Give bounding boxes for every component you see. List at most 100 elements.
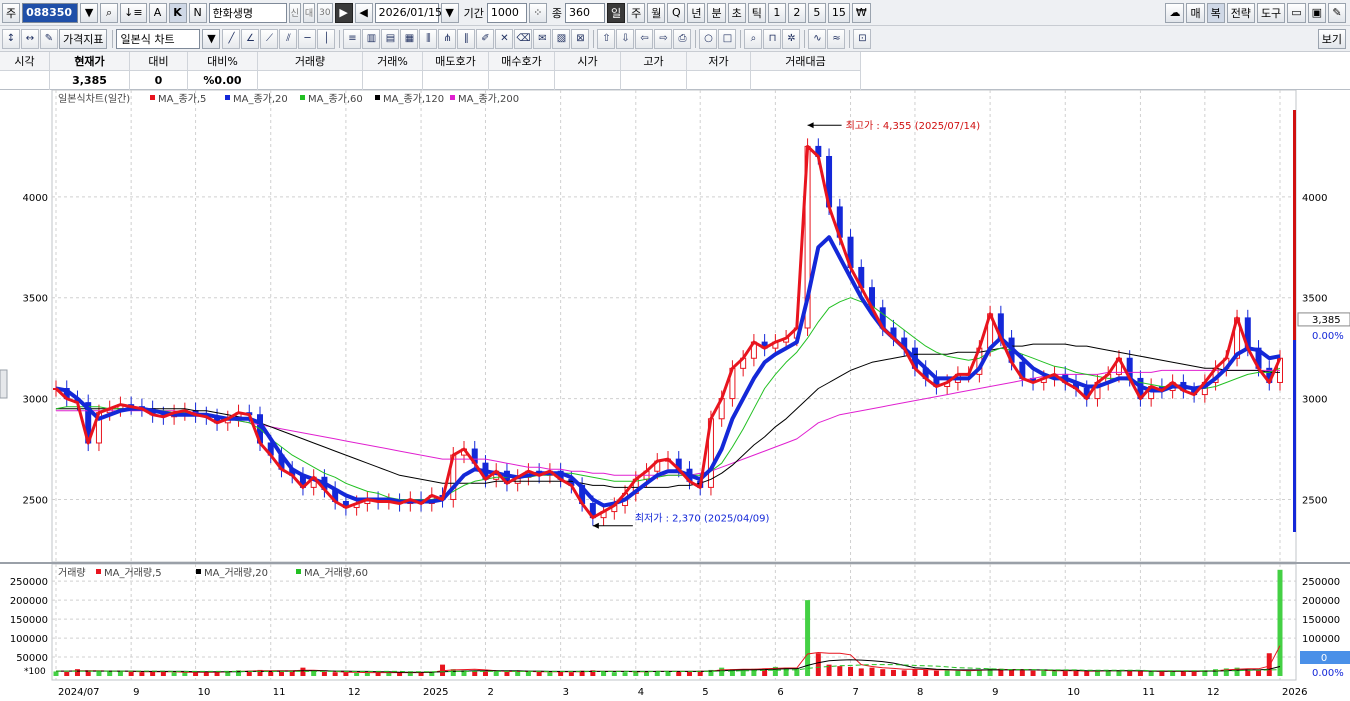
chart-type-select[interactable]: 일본식 차트 xyxy=(116,28,201,49)
trendline-icon[interactable]: ╱ xyxy=(222,28,241,49)
cloud-icon[interactable]: ☁ xyxy=(1165,2,1185,23)
up-arrow-icon[interactable]: ↕ xyxy=(2,28,20,49)
volume-bar xyxy=(1159,671,1165,676)
tools-button[interactable]: 도구 xyxy=(1256,2,1286,23)
volume-tick-right: 250000 xyxy=(1302,577,1340,588)
date-input[interactable]: 2026/01/15 xyxy=(374,2,442,23)
quote-value xyxy=(751,71,861,90)
page-icon[interactable]: ⎙ xyxy=(673,28,692,49)
play-icon[interactable]: ▶ xyxy=(334,2,353,23)
memo-icon[interactable]: ▧ xyxy=(552,28,571,49)
loan-badge: 대 xyxy=(302,2,316,23)
tf-month[interactable]: 월 xyxy=(647,2,666,23)
channel-icon[interactable]: ⫼ xyxy=(419,28,438,49)
count-input[interactable]: 360 xyxy=(564,2,605,23)
note-icon[interactable]: ✉ xyxy=(533,28,552,49)
mode-n-button[interactable]: N xyxy=(188,2,207,23)
price-indicator-button[interactable]: 가격지표 xyxy=(59,28,108,49)
stock-code-input[interactable]: 088350 xyxy=(22,2,79,23)
eraser-icon[interactable]: ⌫ xyxy=(514,28,533,49)
tf-minute[interactable]: 분 xyxy=(707,2,726,23)
right-icon[interactable]: ⇨ xyxy=(654,28,673,49)
tf-year[interactable]: 년 xyxy=(687,2,706,23)
tf-tick[interactable]: 틱 xyxy=(747,2,766,23)
up-icon[interactable]: ⇧ xyxy=(597,28,616,49)
volume-bar xyxy=(386,672,392,676)
save-icon[interactable]: ▣ xyxy=(1307,2,1326,23)
price-scale-up-bar xyxy=(1293,110,1296,340)
vertical-line-icon[interactable]: │ xyxy=(317,28,336,49)
x-axis-label: 12 xyxy=(348,687,361,698)
tf-currency[interactable]: ₩ xyxy=(851,2,871,23)
search-icon[interactable]: ⌕ xyxy=(100,2,119,23)
signal-icon[interactable]: ≈ xyxy=(827,28,846,49)
wave-icon[interactable]: ∿ xyxy=(808,28,827,49)
angle-icon[interactable]: ∠ xyxy=(241,28,260,49)
circle-icon[interactable]: ○ xyxy=(699,28,718,49)
down-icon[interactable]: ⇩ xyxy=(616,28,635,49)
mode-a-button[interactable]: A xyxy=(148,2,167,23)
volume-bar xyxy=(482,671,488,676)
cross-icon[interactable]: ✕ xyxy=(495,28,514,49)
settings-icon[interactable]: ✲ xyxy=(782,28,801,49)
folder-icon[interactable]: ▭ xyxy=(1287,2,1306,23)
left-right-icon[interactable]: ↔ xyxy=(21,28,39,49)
prev-date-icon[interactable]: ◀ xyxy=(354,2,373,23)
fibonacci-icon[interactable]: ≡ xyxy=(343,28,362,49)
stock-chart[interactable]: 2500 2500 3000 3000 3500 3500 4000 4000 2024/07 9… xyxy=(0,90,1350,701)
period-spin-icon[interactable]: ⁘ xyxy=(528,2,547,23)
quote-header: 매수호가 xyxy=(489,52,555,71)
price-tick-left: 3000 xyxy=(23,395,48,406)
stock-name-field[interactable]: 한화생명 xyxy=(208,2,287,23)
ray-icon[interactable]: ⟋ xyxy=(260,28,279,49)
wrench-icon[interactable]: ✎ xyxy=(1328,2,1346,23)
fan-icon[interactable]: ⫽ xyxy=(279,28,298,49)
view-button[interactable]: 보기 xyxy=(1317,28,1346,49)
volume-legend-entry: MA_거래량,60 xyxy=(304,567,368,579)
copy-button[interactable]: 복 xyxy=(1206,2,1225,23)
mode-k-button[interactable]: K xyxy=(168,2,187,23)
capture-icon[interactable]: ⊡ xyxy=(853,28,872,49)
tf-1[interactable]: 1 xyxy=(767,2,786,23)
left-icon[interactable]: ⇦ xyxy=(635,28,654,49)
edit-icon[interactable]: ✎ xyxy=(40,28,58,49)
bars-icon[interactable]: ▦ xyxy=(400,28,419,49)
volume-tick-left: 250000 xyxy=(10,577,48,588)
rectangle-icon[interactable]: □ xyxy=(718,28,737,49)
tf-week[interactable]: 주 xyxy=(627,2,646,23)
magnet-icon[interactable]: ⊓ xyxy=(763,28,782,49)
volume-bar xyxy=(880,669,886,676)
tf-5[interactable]: 5 xyxy=(807,2,826,23)
buy-button[interactable]: 매 xyxy=(1186,2,1205,23)
quote-header: 대비% xyxy=(188,52,258,71)
tf-2[interactable]: 2 xyxy=(787,2,806,23)
tf-day[interactable]: 일 xyxy=(606,2,626,23)
tf-second[interactable]: 초 xyxy=(727,2,746,23)
volume-bar xyxy=(354,672,360,676)
parallel-icon[interactable]: ∥ xyxy=(457,28,476,49)
calendar-dropdown-button[interactable]: ▼ xyxy=(440,2,459,23)
volume-bar xyxy=(321,671,327,676)
current-change-label: 0.00% xyxy=(1312,331,1344,342)
volume-bar xyxy=(214,672,220,676)
period-input[interactable]: 1000 xyxy=(486,2,527,23)
zoom-icon[interactable]: ⌕ xyxy=(744,28,763,49)
x-axis-label: 9 xyxy=(992,687,998,698)
chart-type-dropdown[interactable]: ▼ xyxy=(202,28,221,49)
price-legend-entry: MA_종가,20 xyxy=(233,93,288,105)
pen-icon[interactable]: ✐ xyxy=(476,28,495,49)
strategy-button[interactable]: 전략 xyxy=(1226,2,1255,23)
quote-value xyxy=(555,71,621,90)
volume-bar xyxy=(1191,671,1197,676)
code-dropdown-button[interactable]: ▼ xyxy=(80,2,99,23)
delete-icon[interactable]: ⊠ xyxy=(571,28,590,49)
market-selector[interactable]: 주 xyxy=(2,2,21,23)
horizontal-line-icon[interactable]: ─ xyxy=(298,28,317,49)
sort-icon[interactable]: ↓≡ xyxy=(120,2,147,23)
tf-quarter[interactable]: Q xyxy=(667,2,686,23)
grid-icon[interactable]: ▥ xyxy=(362,28,381,49)
table-icon[interactable]: ▤ xyxy=(381,28,400,49)
volume-legend-entry: MA_거래량,20 xyxy=(204,567,268,579)
pitchfork-icon[interactable]: ⋔ xyxy=(438,28,457,49)
tf-15[interactable]: 15 xyxy=(827,2,850,23)
